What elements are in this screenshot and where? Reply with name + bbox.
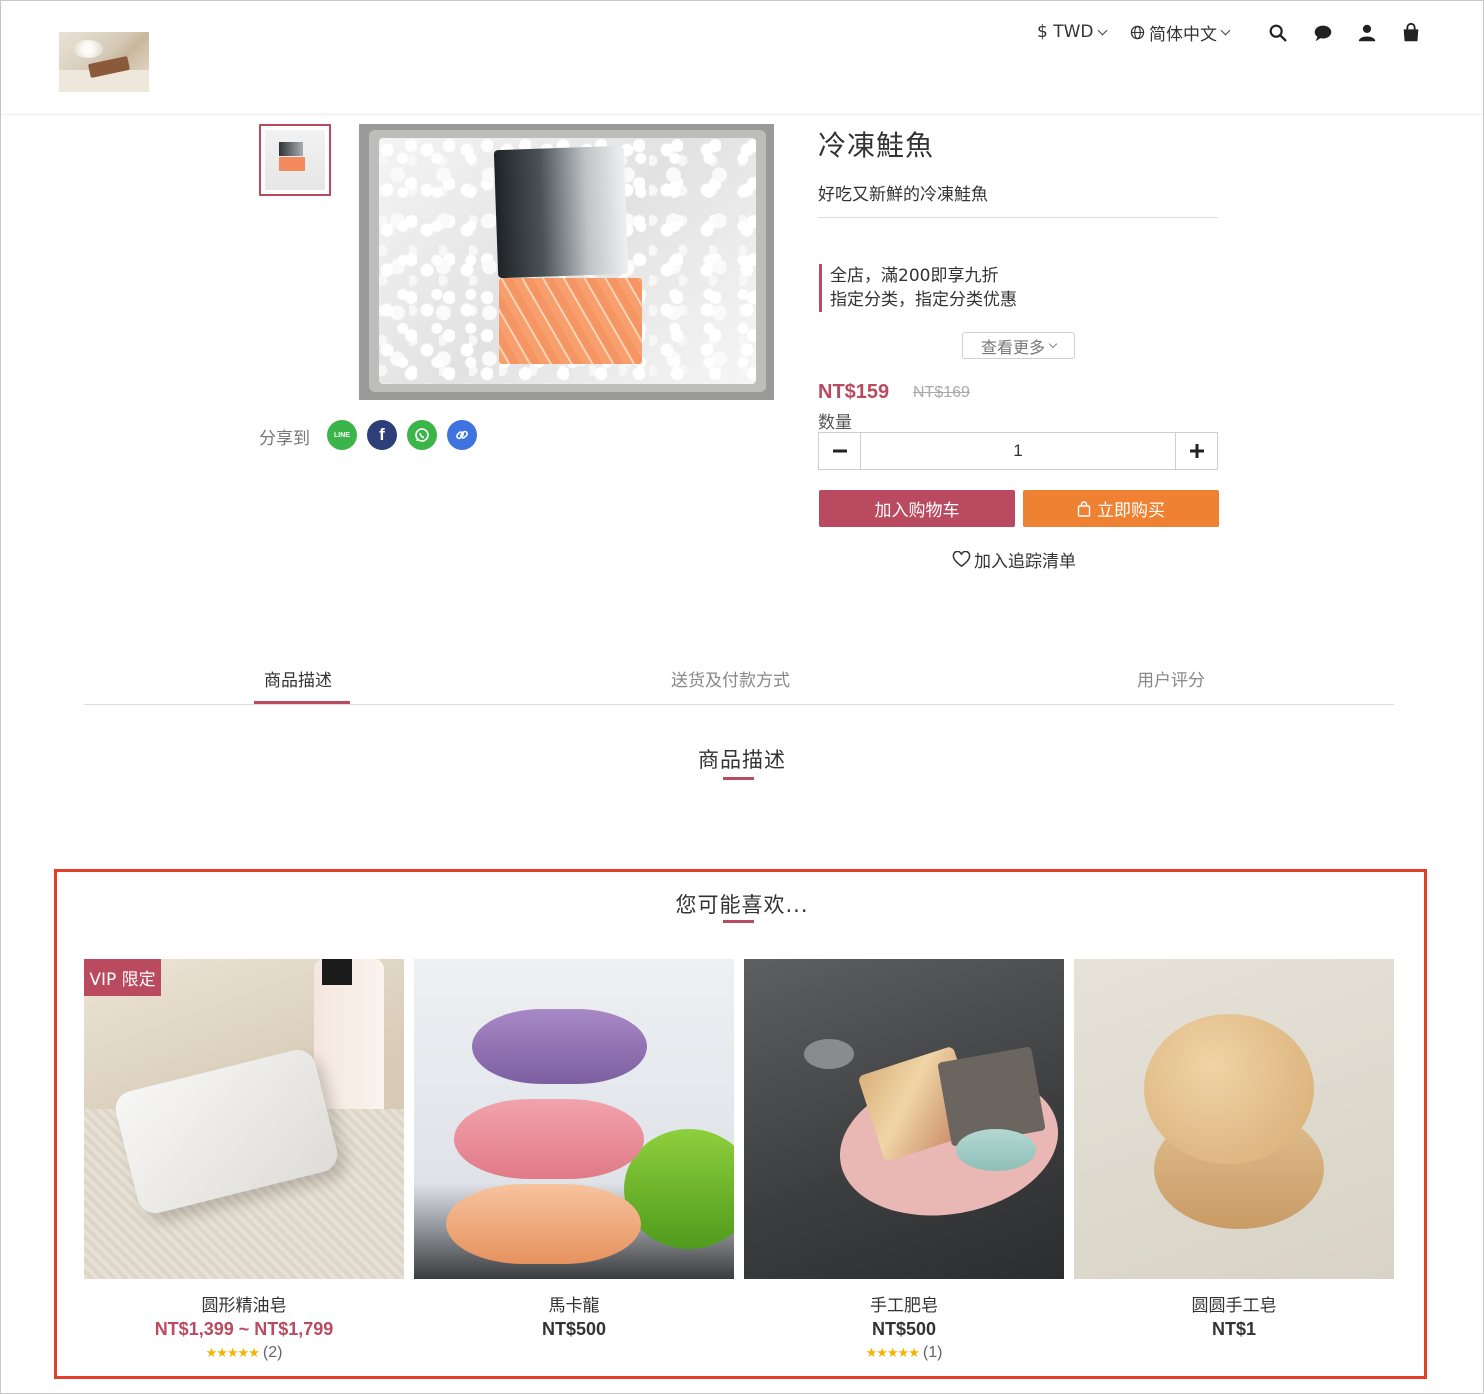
facebook-icon[interactable]: f: [367, 420, 397, 450]
chevron-down-icon: [1048, 339, 1058, 348]
language-selector[interactable]: 简体中文: [1130, 19, 1231, 45]
divider: [818, 217, 1218, 218]
wishlist-label: 加入追踪清单: [974, 552, 1076, 572]
review-count: (1): [922, 1344, 943, 1361]
product-card-image[interactable]: [414, 959, 734, 1279]
logo-flower-shape: [73, 40, 103, 58]
link-glyph: [456, 430, 468, 440]
heart-icon: [952, 551, 971, 568]
search-icon[interactable]: [1267, 22, 1289, 44]
currency-label: $ TWD: [1037, 22, 1094, 42]
product-card[interactable]: VIP 限定 圆形精油皂 NT$1,399 ~ NT$1,799 ★★★★★ (2…: [84, 959, 404, 1362]
product-card-name[interactable]: 馬卡龍: [414, 1291, 734, 1316]
user-icon[interactable]: [1356, 22, 1378, 44]
thumbnail-salmon-skin: [279, 142, 303, 156]
add-to-wishlist-link[interactable]: 加入追踪清单: [952, 547, 1076, 572]
tab-description[interactable]: 商品描述: [264, 666, 332, 691]
image-drain: [804, 1039, 854, 1069]
share-label: 分享到: [259, 429, 310, 449]
product-card[interactable]: 手工肥皂 NT$500 ★★★★★ (1): [744, 959, 1064, 1362]
thumbnail-image: [265, 130, 325, 190]
language-label: 简体中文: [1149, 24, 1217, 45]
product-card-price: NT$1: [1211, 1319, 1256, 1339]
whatsapp-icon[interactable]: [407, 420, 437, 450]
image-salmon-flesh: [499, 278, 642, 364]
chevron-down-icon: [1220, 25, 1231, 35]
product-card-name[interactable]: 圆形精油皂: [84, 1291, 404, 1316]
star-rating-icon: ★★★★★: [865, 1345, 920, 1360]
heading-underline: [723, 777, 754, 780]
buy-now-label: 立即购买: [1097, 501, 1165, 521]
image-round-soap: [1144, 1014, 1314, 1164]
heading-underline: [723, 920, 754, 923]
line-icon-text: LINE: [334, 431, 350, 439]
image-macaron: [454, 1099, 644, 1179]
sale-price: NT$159: [818, 381, 890, 403]
tabs-divider: [84, 704, 1394, 705]
star-rating-icon: ★★★★★: [205, 1345, 260, 1360]
product-subtitle: 好吃又新鮮的冷凍鮭魚: [818, 185, 988, 205]
product-card-price: NT$500: [541, 1319, 607, 1339]
image-bottle-cap: [322, 959, 352, 985]
quantity-label: 数量: [818, 413, 852, 433]
store-logo[interactable]: [59, 32, 149, 92]
chevron-down-icon: [1097, 25, 1107, 35]
chat-icon[interactable]: [1312, 22, 1334, 44]
see-more-label: 查看更多: [980, 337, 1045, 357]
tab-shipping-payment[interactable]: 送货及付款方式: [671, 666, 790, 691]
shopping-bag-icon: [1077, 500, 1091, 517]
thumbnail-salmon-flesh: [279, 157, 305, 171]
product-card-price: NT$500: [871, 1319, 937, 1339]
recommendations-heading: 您可能喜欢...: [675, 893, 809, 917]
product-title: 冷凍鮭魚: [818, 129, 935, 162]
site-header: $ TWD 简体中文: [1, 1, 1483, 113]
review-count: (2): [262, 1344, 283, 1361]
promotion-item: 指定分类，指定分类优惠: [830, 290, 1017, 310]
product-card-image[interactable]: VIP 限定: [84, 959, 404, 1279]
link-icon[interactable]: [447, 420, 477, 450]
add-to-cart-button[interactable]: 加入购物车: [819, 490, 1015, 527]
product-card-rating: ★★★★★ (1): [744, 1344, 1064, 1362]
product-card-name[interactable]: 手工肥皂: [744, 1291, 1064, 1316]
facebook-icon-text: f: [379, 425, 385, 444]
original-price: NT$169: [913, 384, 970, 401]
product-card-image[interactable]: [744, 959, 1064, 1279]
product-thumbnail[interactable]: [259, 124, 331, 196]
product-card[interactable]: 馬卡龍 NT$500: [414, 959, 734, 1340]
see-more-button[interactable]: 查看更多: [962, 332, 1075, 359]
promotion-item: 全店，滿200即享九折: [830, 266, 999, 286]
quantity-stepper: 1: [818, 432, 1218, 470]
product-main-image[interactable]: [359, 124, 774, 400]
promotion-list: 全店，滿200即享九折 指定分类，指定分类优惠: [819, 264, 1017, 312]
product-card-price: NT$1,399 ~ NT$1,799: [154, 1319, 334, 1339]
decrease-quantity-button[interactable]: [819, 433, 861, 469]
description-heading: 商品描述: [698, 748, 786, 772]
image-macaron: [472, 1009, 647, 1084]
vip-badge: VIP 限定: [84, 959, 161, 996]
whatsapp-glyph: [415, 428, 429, 442]
product-card[interactable]: 圆圆手工皂 NT$1: [1074, 959, 1394, 1340]
line-icon[interactable]: LINE: [327, 420, 357, 450]
buy-now-button[interactable]: 立即购买: [1023, 490, 1219, 527]
image-ice: [379, 138, 756, 384]
image-salmon-skin: [493, 145, 629, 279]
globe-icon: [1130, 25, 1145, 39]
cart-icon[interactable]: [1400, 22, 1422, 44]
add-to-cart-label: 加入购物车: [874, 501, 960, 521]
product-card-name[interactable]: 圆圆手工皂: [1074, 1291, 1394, 1316]
currency-selector[interactable]: $ TWD: [1037, 19, 1107, 45]
increase-quantity-button[interactable]: [1175, 433, 1217, 469]
active-tab-indicator: [254, 701, 350, 704]
quantity-input[interactable]: 1: [861, 433, 1175, 469]
tab-reviews[interactable]: 用户评分: [1137, 666, 1205, 691]
minus-icon: [832, 449, 847, 453]
image-soap: [956, 1129, 1036, 1171]
product-card-rating: ★★★★★ (2): [84, 1344, 404, 1362]
product-card-image[interactable]: [1074, 959, 1394, 1279]
plus-icon: [1189, 444, 1204, 458]
image-macaron: [446, 1184, 641, 1264]
